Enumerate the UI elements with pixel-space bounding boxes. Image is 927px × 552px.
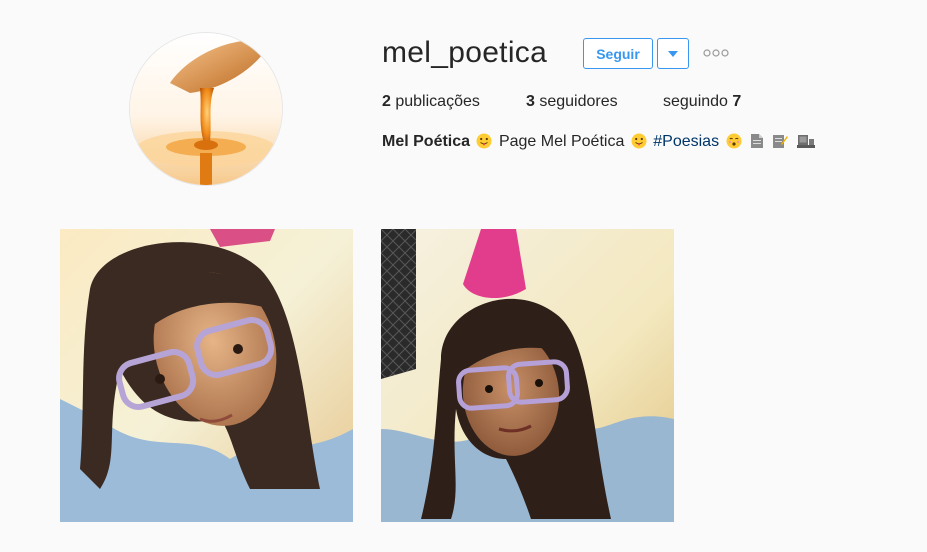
- post-photo-2[interactable]: [381, 229, 674, 522]
- memo-emoji-icon: [773, 135, 789, 148]
- pc-emoji-icon: [796, 135, 815, 148]
- bio-full-name: Mel Poética: [382, 133, 471, 150]
- follow-button[interactable]: Seguir: [583, 38, 653, 69]
- stat-posts: 2 publicações: [382, 92, 480, 112]
- tongue-out-emoji-icon: [631, 133, 647, 149]
- post-photo-1[interactable]: [60, 229, 353, 522]
- posts-label: publicações: [395, 93, 480, 110]
- follow-dropdown-button[interactable]: [657, 38, 689, 69]
- followers-label: seguidores: [539, 93, 618, 110]
- selfie-girl-glasses-photo-icon: [381, 229, 674, 522]
- following-label: seguindo: [663, 93, 728, 110]
- stat-followers[interactable]: 3 seguidores: [526, 92, 618, 112]
- more-options-icon: [703, 49, 729, 57]
- followers-count: 3: [526, 93, 535, 110]
- profile-username: mel_poetica: [382, 36, 548, 69]
- bio-text: Page Mel Poética: [498, 133, 625, 150]
- kiss-emoji-icon: [726, 133, 742, 149]
- profile-avatar[interactable]: [130, 33, 282, 185]
- selfie-girl-glasses-photo-icon: [60, 229, 353, 522]
- tongue-out-emoji-icon: [476, 133, 492, 149]
- following-count: 7: [732, 93, 742, 110]
- more-options-button[interactable]: [702, 46, 730, 60]
- profile-page: mel_poetica Seguir 2 publicações 3 segui…: [0, 0, 927, 552]
- page-emoji-icon: [750, 134, 763, 148]
- posts-count: 2: [382, 93, 391, 110]
- stat-following[interactable]: seguindo 7: [663, 92, 741, 112]
- bio-hashtag-link[interactable]: #Poesias: [653, 133, 719, 150]
- profile-bio: Mel Poética Page Mel Poética #Poesias: [382, 131, 817, 153]
- caret-down-icon: [668, 50, 678, 57]
- honey-dripper-avatar-icon: [130, 33, 282, 185]
